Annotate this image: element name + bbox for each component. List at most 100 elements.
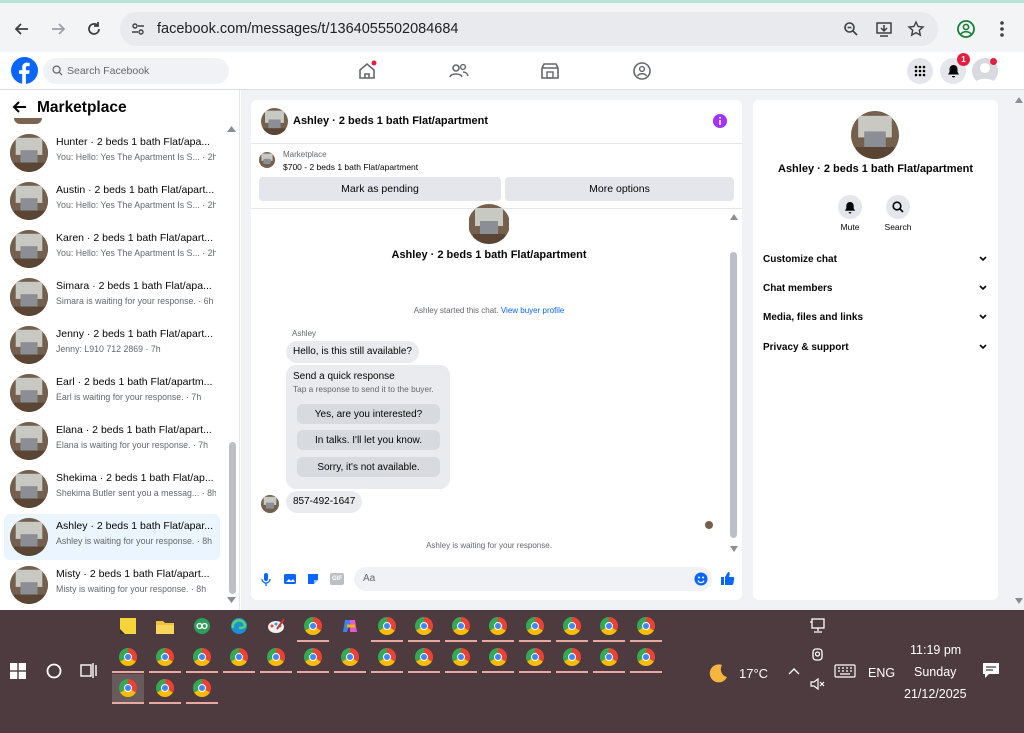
conversation-item[interactable]: Ashley · 2 beds 1 bath Flat/apar... Ashle… xyxy=(4,514,220,560)
edge-browser-icon[interactable] xyxy=(223,612,255,640)
chat-members-row[interactable]: Chat members xyxy=(763,283,991,303)
language-indicator[interactable]: ENG xyxy=(868,666,895,680)
chrome-taskbar-icon[interactable] xyxy=(371,612,403,642)
customize-chat-row[interactable]: Customize chat xyxy=(763,254,991,274)
chrome-taskbar-icon[interactable] xyxy=(223,643,255,673)
mute-label[interactable]: Mute xyxy=(830,222,870,232)
conversation-item[interactable]: Austin · 2 beds 1 bath Flat/apart... You:… xyxy=(4,178,220,224)
scroll-up-icon[interactable] xyxy=(227,126,236,132)
chrome-taskbar-icon[interactable] xyxy=(371,643,403,673)
marketplace-nav-icon[interactable] xyxy=(539,60,561,82)
notification-center-icon[interactable] xyxy=(982,662,1000,679)
conversation-item[interactable]: Misty · 2 beds 1 bath Flat/apart... Misty… xyxy=(4,562,220,608)
sticky-notes-icon[interactable] xyxy=(112,612,144,640)
tray-chevron-up-icon[interactable] xyxy=(788,667,800,675)
chrome-taskbar-icon[interactable] xyxy=(112,674,144,704)
clock-time[interactable]: 11:19 pm xyxy=(910,643,961,657)
chrome-taskbar-icon[interactable] xyxy=(593,612,625,642)
conversation-item[interactable]: Elana · 2 beds 1 bath Flat/apart... Elana… xyxy=(4,418,220,464)
chat-scroll-up-icon[interactable] xyxy=(730,214,738,220)
search-circle-icon[interactable] xyxy=(46,663,62,679)
privacy-support-row[interactable]: Privacy & support xyxy=(763,342,991,362)
chat-title[interactable]: Ashley · 2 beds 1 bath Flat/apartment xyxy=(293,115,488,127)
camera-icon[interactable] xyxy=(810,647,826,663)
scroll-down-icon[interactable] xyxy=(227,597,236,603)
chrome-taskbar-icon[interactable] xyxy=(519,612,551,642)
listing-price-title[interactable]: $700 - 2 beds 1 bath Flat/apartment xyxy=(283,162,418,172)
sender-avatar[interactable] xyxy=(261,495,279,513)
chat-scroll-down-icon[interactable] xyxy=(730,546,738,552)
voice-clip-icon[interactable] xyxy=(261,573,271,586)
browser-menu-icon[interactable] xyxy=(990,17,1014,41)
search-in-chat-icon[interactable] xyxy=(886,195,910,219)
chrome-taskbar-icon[interactable] xyxy=(334,643,366,673)
intro-avatar[interactable] xyxy=(468,204,510,244)
more-options-button[interactable]: More options xyxy=(505,177,734,201)
keyboard-icon[interactable] xyxy=(834,664,856,678)
message-bubble[interactable]: 857-492-1647 xyxy=(286,491,363,513)
mark-pending-button[interactable]: Mark as pending xyxy=(259,177,501,201)
profile-icon[interactable] xyxy=(954,17,978,41)
green-app-icon[interactable] xyxy=(186,612,218,640)
volume-muted-icon[interactable] xyxy=(810,677,826,691)
chrome-taskbar-icon[interactable] xyxy=(445,643,477,673)
mute-bell-icon[interactable] xyxy=(838,195,862,219)
scrollbar-thumb[interactable] xyxy=(229,442,236,594)
chrome-taskbar-icon[interactable] xyxy=(482,643,514,673)
conversation-item[interactable]: Simara · 2 beds 1 bath Flat/apa... Simara… xyxy=(4,274,220,320)
groups-nav-icon[interactable] xyxy=(631,60,653,82)
chrome-taskbar-icon[interactable] xyxy=(519,643,551,673)
chrome-taskbar-icon[interactable] xyxy=(445,612,477,642)
search-label[interactable]: Search xyxy=(878,222,918,232)
info-icon[interactable] xyxy=(713,114,727,128)
chrome-taskbar-icon[interactable] xyxy=(186,643,218,673)
media-files-links-row[interactable]: Media, files and links xyxy=(763,312,991,332)
bookmark-star-icon[interactable] xyxy=(907,20,925,38)
photo-icon[interactable] xyxy=(283,572,297,586)
task-view-icon[interactable] xyxy=(80,662,98,679)
quick-response-not-available[interactable]: Sorry, it's not available. xyxy=(297,457,440,477)
network-icon[interactable] xyxy=(809,618,827,634)
temperature[interactable]: 17°C xyxy=(739,666,768,681)
friends-nav-icon[interactable] xyxy=(448,60,470,82)
page-scroll-down-icon[interactable] xyxy=(1015,598,1023,604)
message-bubble[interactable]: Hello, is this still available? xyxy=(286,341,419,363)
site-info-icon[interactable] xyxy=(130,21,146,37)
chrome-taskbar-icon[interactable] xyxy=(556,612,588,642)
view-buyer-profile-link[interactable]: View buyer profile xyxy=(501,306,564,315)
chrome-taskbar-icon[interactable] xyxy=(593,643,625,673)
chrome-taskbar-icon[interactable] xyxy=(630,643,662,673)
back-arrow-icon[interactable] xyxy=(12,99,28,115)
emoji-icon[interactable] xyxy=(694,572,708,586)
home-nav-icon[interactable] xyxy=(356,60,378,82)
weather-moon-icon[interactable] xyxy=(707,662,729,684)
conversation-item[interactable]: Karen · 2 beds 1 bath Flat/apart... You: … xyxy=(4,226,220,272)
conversation-item[interactable]: Jenny · 2 beds 1 bath Flat/apart... Jenny… xyxy=(4,322,220,368)
url-text[interactable]: facebook.com/messages/t/1364055502084684 xyxy=(157,21,459,37)
copilot-icon[interactable] xyxy=(334,612,366,640)
forward-icon[interactable] xyxy=(46,17,70,41)
chrome-taskbar-icon[interactable] xyxy=(149,643,181,673)
like-thumb-icon[interactable] xyxy=(720,571,735,586)
chrome-taskbar-icon[interactable] xyxy=(186,674,218,704)
chrome-taskbar-icon[interactable] xyxy=(630,612,662,642)
chrome-taskbar-icon[interactable] xyxy=(112,643,144,673)
facebook-search-input[interactable]: Search Facebook xyxy=(43,58,229,84)
clock-day[interactable]: Sunday xyxy=(914,665,956,679)
windows-start-icon[interactable] xyxy=(10,663,26,679)
page-scroll-up-icon[interactable] xyxy=(1015,97,1023,103)
quick-response-yes[interactable]: Yes, are you interested? xyxy=(297,404,440,424)
gif-icon[interactable]: GIF xyxy=(330,573,344,585)
clock-date[interactable]: 21/12/2025 xyxy=(904,687,967,701)
reload-icon[interactable] xyxy=(82,17,106,41)
quick-response-in-talks[interactable]: In talks. I'll let you know. xyxy=(297,430,440,450)
install-icon[interactable] xyxy=(875,20,893,38)
chat-header-avatar[interactable] xyxy=(261,108,288,135)
paint-icon[interactable] xyxy=(260,612,292,640)
chrome-taskbar-icon[interactable] xyxy=(260,643,292,673)
message-input[interactable]: Aa xyxy=(354,567,712,591)
facebook-logo-icon[interactable] xyxy=(11,57,38,84)
details-avatar[interactable] xyxy=(851,111,899,159)
chrome-taskbar-icon[interactable] xyxy=(297,612,329,642)
file-explorer-icon[interactable] xyxy=(149,612,181,640)
